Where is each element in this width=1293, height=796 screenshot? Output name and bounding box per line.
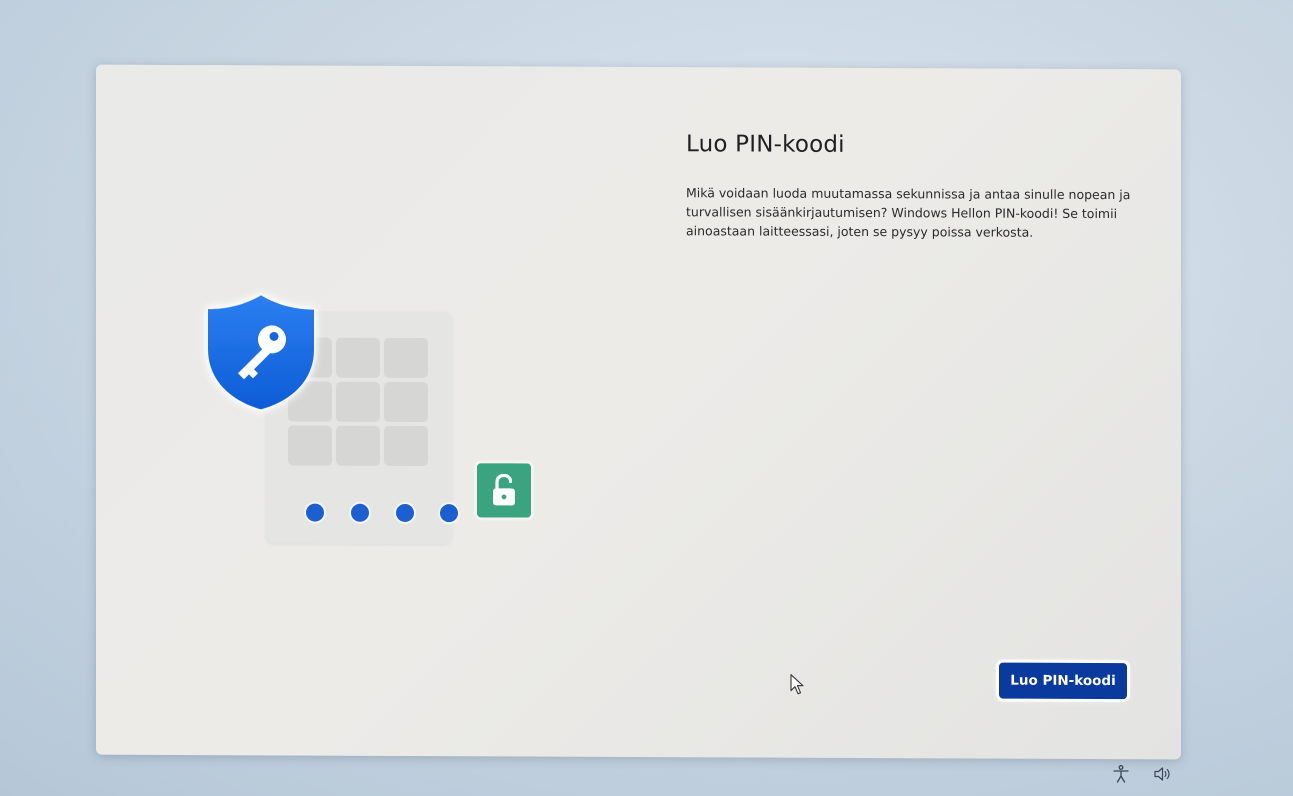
mouse-cursor-icon: [790, 674, 804, 695]
shield-key-icon: [208, 295, 314, 410]
keypad-key: [336, 337, 380, 378]
pin-dot: [440, 504, 458, 523]
system-tray: [1111, 764, 1173, 784]
keypad-key: [384, 337, 428, 379]
pin-dot: [351, 503, 369, 522]
create-pin-button[interactable]: Luo PIN-koodi: [999, 662, 1127, 700]
keypad-key: [336, 425, 380, 466]
page-title: Luo PIN-koodi: [686, 131, 845, 158]
pin-dot: [306, 503, 324, 522]
keypad-key: [288, 425, 332, 466]
keypad-key: [384, 381, 428, 423]
pin-dots: [306, 503, 466, 525]
content-pane: Luo PIN-koodi Mikä voidaan luoda muutama…: [686, 131, 1146, 242]
keypad-key: [336, 381, 380, 422]
pin-illustration: [204, 291, 544, 552]
setup-dialog: Luo PIN-koodi Mikä voidaan luoda muutama…: [96, 64, 1181, 760]
accessibility-icon[interactable]: [1111, 764, 1131, 784]
unlock-icon: [477, 463, 531, 518]
keypad-key: [384, 425, 428, 467]
pin-dot: [396, 503, 414, 523]
page-description: Mikä voidaan luoda muutamassa sekunnissa…: [686, 185, 1131, 240]
volume-icon[interactable]: [1153, 764, 1173, 784]
